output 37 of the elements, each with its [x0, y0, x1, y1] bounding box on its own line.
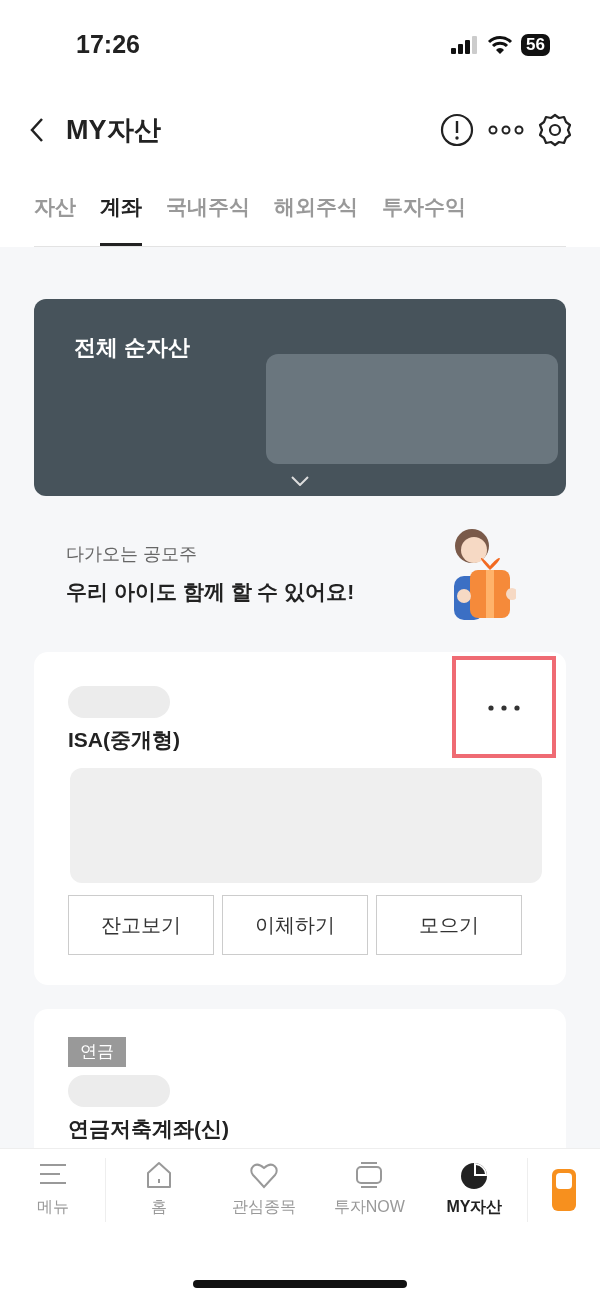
nav-tab[interactable]: 홈 — [106, 1159, 212, 1220]
nav-label: 투자NOW — [333, 1196, 405, 1217]
tab[interactable]: 자산 — [34, 170, 76, 246]
tab[interactable]: 해외주식 — [274, 170, 358, 246]
account-action-button[interactable]: 잔고보기 — [68, 895, 214, 955]
card-title: 전체 순자산 — [74, 334, 192, 362]
back-icon — [30, 117, 44, 143]
nav-tab[interactable]: 메뉴 — [0, 1159, 106, 1220]
account-name: ISA(중개형) — [68, 727, 180, 753]
stacked-cards-icon — [354, 1160, 385, 1189]
more-button[interactable] — [452, 656, 556, 758]
promo-title: 우리 아이도 함께 할 수 있어요! — [66, 578, 355, 605]
back-button[interactable] — [30, 117, 44, 143]
account-action-button[interactable]: 이체하기 — [222, 895, 368, 955]
tab[interactable]: 국내주식 — [166, 170, 250, 246]
pie-chart-icon — [459, 1160, 490, 1189]
wifi-icon — [487, 35, 514, 55]
nav-tab[interactable]: 관심종목 — [211, 1159, 317, 1220]
account-tag: 연금 — [68, 1037, 126, 1067]
nav-label: 홈 — [150, 1196, 167, 1217]
nav-label: 관심종목 — [232, 1196, 296, 1217]
page-title: MY자산 — [66, 113, 162, 147]
nav-tab[interactable]: 투자NOW — [316, 1159, 422, 1220]
more-icon — [487, 703, 521, 712]
nav-label: MY자산 — [446, 1196, 503, 1217]
signal-icon — [451, 36, 480, 54]
chevron-down-icon[interactable] — [291, 476, 309, 486]
info-icon[interactable] — [440, 113, 474, 147]
tab[interactable]: 투자수익 — [382, 170, 466, 246]
settings-icon[interactable] — [538, 113, 572, 147]
account-action-button[interactable]: 모으기 — [376, 895, 522, 955]
nav-tab[interactable]: MY자산 — [421, 1159, 527, 1220]
battery-indicator: 56 — [521, 34, 550, 56]
account-name: 연금저축계좌(신) — [68, 1115, 229, 1142]
clock-time: 17:26 — [76, 29, 140, 61]
nav-label: 메뉴 — [36, 1196, 69, 1217]
promo-subtitle: 다가오는 공모주 — [66, 542, 198, 566]
